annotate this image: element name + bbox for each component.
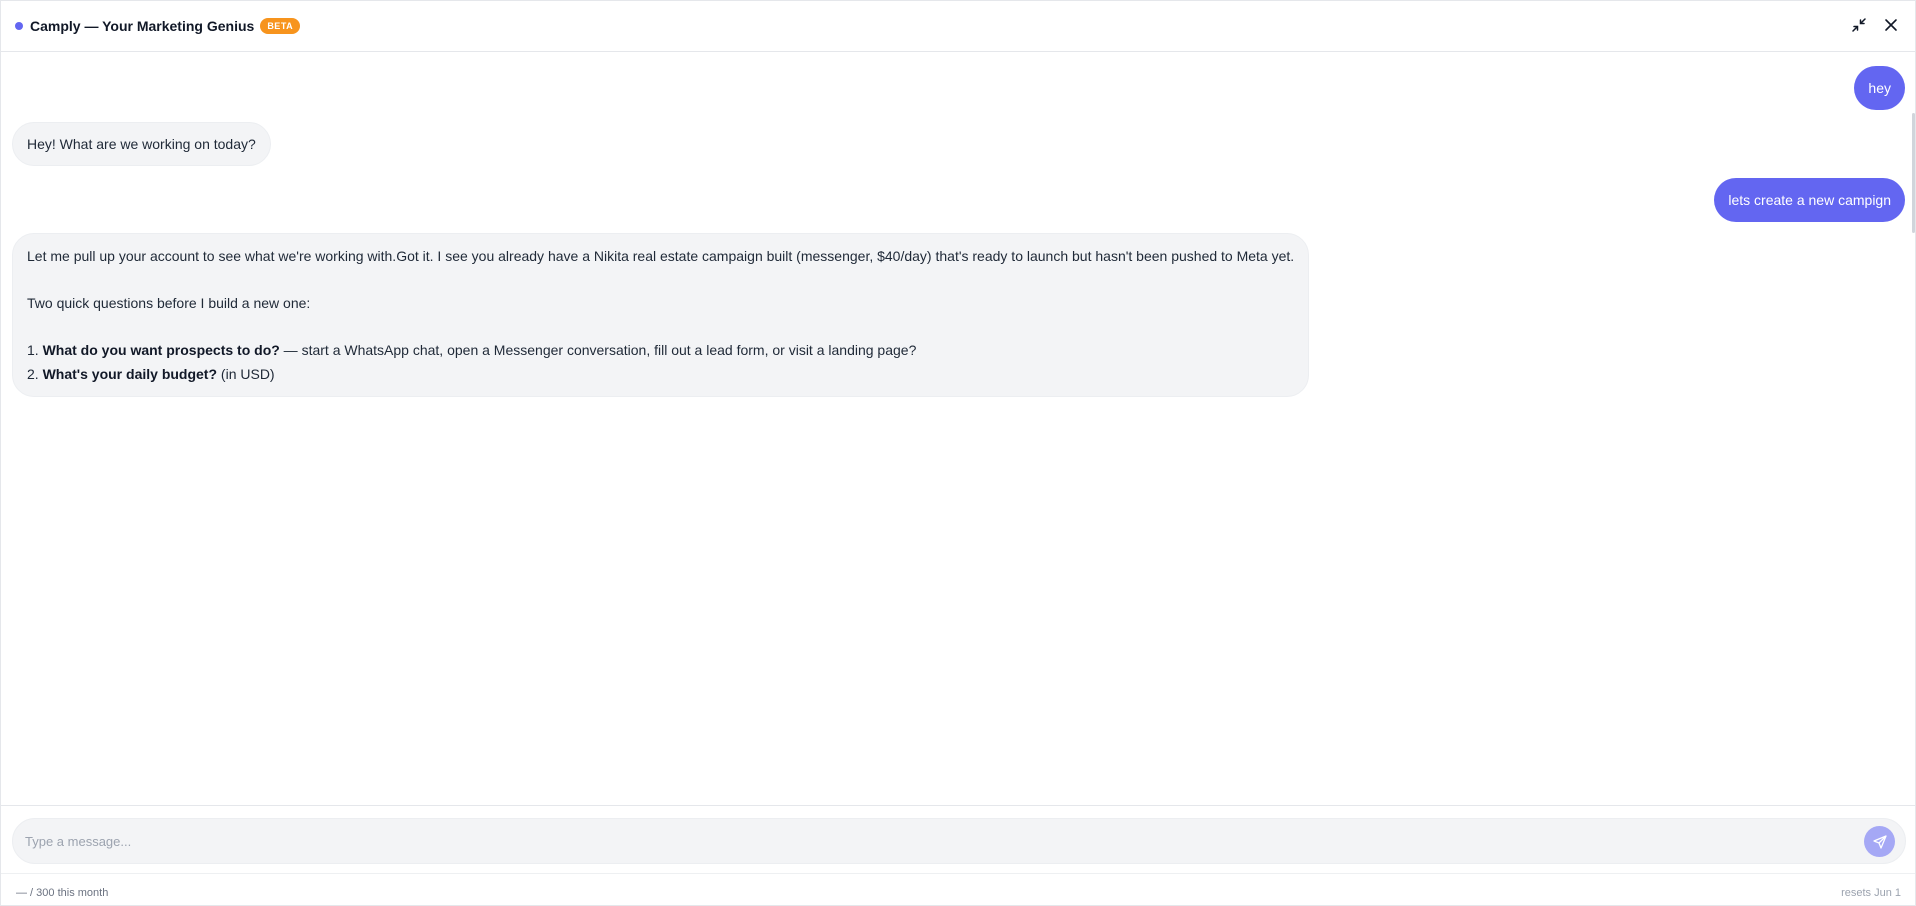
scrollbar[interactable] — [1911, 53, 1915, 805]
assistant-message: Hey! What are we working on today? — [12, 122, 271, 166]
close-icon — [1885, 19, 1897, 31]
reset-date: resets Jun 1 — [1841, 887, 1901, 899]
collapse-button[interactable] — [1849, 15, 1869, 35]
user-message: hey — [1854, 66, 1905, 110]
question-rest: (in USD) — [217, 366, 275, 382]
chat-footer: — / 300 this month resets Jun 1 — [1, 873, 1915, 906]
collapse-arrows-icon — [1852, 18, 1866, 32]
question-number: 1. — [27, 342, 39, 358]
message-input[interactable] — [25, 819, 1845, 863]
beta-badge: BETA — [260, 18, 301, 34]
assistant-message: Let me pull up your account to see what … — [12, 233, 1310, 397]
close-button[interactable] — [1881, 15, 1901, 35]
question-item: 2. What's your daily budget? (in USD) — [27, 362, 1294, 386]
send-icon — [1872, 834, 1887, 849]
status-dot — [15, 22, 23, 30]
assistant-lead: Two quick questions before I build a new… — [27, 295, 311, 311]
usage-counter: — / 300 this month — [16, 887, 109, 899]
composer — [12, 818, 1906, 864]
user-message: lets create a new campign — [1714, 178, 1905, 222]
send-button[interactable] — [1864, 826, 1895, 857]
question-rest: — start a WhatsApp chat, open a Messenge… — [279, 342, 917, 358]
chat-title: Camply — Your Marketing Genius — [30, 18, 255, 34]
question-item: 1. What do you want prospects to do? — s… — [27, 338, 1294, 362]
chat-header: Camply — Your Marketing Genius BETA — [1, 1, 1915, 52]
question-number: 2. — [27, 366, 39, 382]
question-bold: What do you want prospects to do? — [42, 342, 280, 358]
composer-area — [1, 805, 1915, 873]
message-list[interactable]: hey Hey! What are we working on today? l… — [1, 53, 1916, 805]
header-actions — [1849, 15, 1901, 35]
chat-window: Camply — Your Marketing Genius BETA hey … — [0, 0, 1916, 906]
scrollbar-thumb[interactable] — [1912, 113, 1915, 233]
question-bold: What's your daily budget? — [42, 366, 218, 382]
assistant-intro: Let me pull up your account to see what … — [27, 248, 1295, 264]
